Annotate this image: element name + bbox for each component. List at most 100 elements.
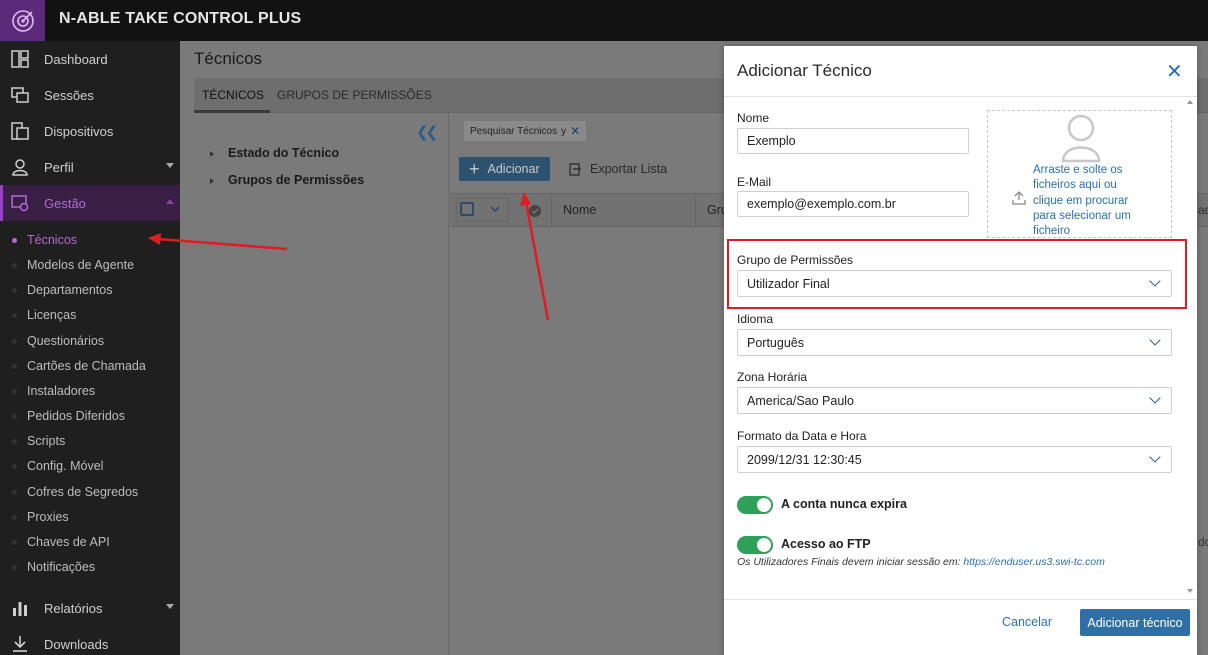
ftp-access-toggle[interactable] (737, 536, 773, 554)
datetime-format-value: 2099/12/31 12:30:45 (747, 452, 862, 467)
sidebar-sub-item[interactable]: Config. Móvel (0, 454, 180, 479)
close-icon[interactable]: ✕ (1166, 59, 1183, 84)
email-label: E-Mail (737, 175, 772, 189)
sidebar-item-devices[interactable]: Dispositivos (0, 113, 180, 149)
sidebar-item-profile[interactable]: Perfil (0, 149, 180, 185)
sidebar-item-label: Gestão (44, 195, 86, 211)
collapse-panel-icon[interactable]: ❮❮ (416, 123, 438, 141)
tree-panel: ❮❮ Estado do Técnico Grupos de Permissõe… (194, 113, 449, 655)
reports-icon (13, 602, 27, 616)
profile-icon (12, 159, 28, 176)
chevron-up-icon (166, 199, 174, 204)
sidebar-sub-item[interactable]: Chaves de API (0, 530, 180, 555)
tab-technicians[interactable]: TÉCNICOS (202, 88, 264, 102)
scroll-up-icon[interactable] (1187, 100, 1193, 104)
timezone-value: America/Sao Paulo (747, 393, 855, 408)
column-name[interactable]: Nome (563, 203, 596, 217)
dialog-header: Adicionar Técnico ✕ (724, 46, 1197, 97)
status-column-icon (529, 205, 541, 217)
user-silhouette-icon (1061, 114, 1101, 163)
sidebar-sub-item[interactable]: Modelos de Agente (0, 253, 180, 278)
filter-chip[interactable]: Pesquisar Técnicos y ✕ (464, 121, 587, 141)
sidebar-item-label: Dashboard (44, 51, 108, 67)
tree-item-technician-state[interactable]: Estado do Técnico (210, 146, 339, 160)
downloads-icon (13, 636, 27, 652)
chevron-down-icon (1149, 392, 1161, 404)
sidebar-item-label: Perfil (44, 159, 74, 175)
export-icon (569, 163, 581, 176)
page-title: Técnicos (194, 49, 263, 68)
chevron-down-icon (1149, 334, 1161, 346)
avatar-dropzone[interactable]: Arraste e solte os ficheiros aqui ou cli… (987, 110, 1172, 238)
sidebar-item-label: Downloads (44, 636, 109, 652)
filter-chip-value: y (561, 125, 567, 137)
sidebar-item-label: Sessões (44, 87, 94, 103)
app-title: N-ABLE TAKE CONTROL PLUS (59, 10, 302, 27)
sidebar-item-label: Relatórios (44, 600, 103, 616)
add-technician-dialog: Adicionar Técnico ✕ Nome Exemplo E-Mail … (724, 46, 1197, 655)
timezone-select[interactable]: America/Sao Paulo (737, 387, 1172, 414)
sidebar-sub-item[interactable]: Instaladores (0, 379, 180, 404)
never-expires-label: A conta nunca expira (781, 497, 907, 511)
language-value: Português (747, 335, 804, 350)
email-field[interactable]: exemplo@exemplo.com.br (737, 191, 969, 217)
devices-icon (11, 122, 29, 140)
sidebar-item-label: Dispositivos (44, 123, 114, 139)
ftp-note: Os Utilizadores Finais devem iniciar ses… (737, 556, 1105, 568)
sidebar-sub-item[interactable]: Questionários (0, 329, 180, 354)
permission-group-select[interactable]: Utilizador Final (737, 270, 1172, 297)
chevron-down-icon (166, 604, 174, 609)
top-bar: N-ABLE TAKE CONTROL PLUS (0, 0, 1208, 41)
ftp-link[interactable]: https://enduser.us3.swi-tc.com (963, 556, 1104, 568)
datetime-format-select[interactable]: 2099/12/31 12:30:45 (737, 446, 1172, 473)
upload-icon (1012, 191, 1026, 205)
select-all-checkbox[interactable] (460, 202, 474, 216)
sidebar-sub-item[interactable]: Técnicos (0, 228, 180, 253)
scroll-down-icon[interactable] (1187, 589, 1193, 593)
sessions-icon (11, 87, 29, 103)
chevron-down-icon (1149, 451, 1161, 463)
language-select[interactable]: Português (737, 329, 1172, 356)
name-label: Nome (737, 111, 770, 125)
dropzone-text: Arraste e solte os ficheiros aqui ou cli… (1033, 164, 1131, 238)
sidebar-sub-item[interactable]: Pedidos Diferidos (0, 404, 180, 429)
timezone-label: Zona Horária (737, 370, 808, 384)
management-icon (11, 195, 29, 212)
sidebar-sub-item[interactable]: Notificações (0, 555, 180, 580)
app-logo-icon[interactable] (0, 0, 45, 41)
grid-header-overflow-text: ado (1198, 203, 1208, 217)
chevron-down-icon (1149, 275, 1161, 287)
chevron-down-icon (166, 163, 174, 168)
add-technician-submit-button[interactable]: Adicionar técnico (1080, 609, 1190, 636)
sidebar-sub-item[interactable]: Cartões de Chamada (0, 354, 180, 379)
dialog-title: Adicionar Técnico (737, 61, 872, 80)
sidebar: Dashboard Sessões Dispositivos Perfil Ge… (0, 41, 180, 655)
grid-overflow-text: do (1198, 535, 1208, 549)
expand-icon (210, 177, 214, 184)
sidebar-item-dashboard[interactable]: Dashboard (0, 41, 180, 77)
tab-permission-groups[interactable]: GRUPOS DE PERMISSÕES (277, 88, 432, 102)
sidebar-sub-item[interactable]: Scripts (0, 429, 180, 454)
sidebar-sub-item[interactable]: Licenças (0, 303, 180, 328)
sidebar-sub-item[interactable]: Departamentos (0, 278, 180, 303)
active-indicator (0, 185, 3, 221)
expand-icon (210, 150, 214, 157)
add-technician-button[interactable]: + Adicionar (459, 157, 550, 181)
chevron-down-icon (490, 206, 500, 213)
language-label: Idioma (737, 312, 774, 326)
dialog-footer: Cancelar Adicionar técnico (724, 599, 1197, 655)
sidebar-sub-item[interactable]: Cofres de Segredos (0, 480, 180, 505)
name-field[interactable]: Exemplo (737, 128, 969, 154)
export-list-button[interactable]: Exportar Lista (568, 157, 667, 181)
never-expires-toggle[interactable] (737, 496, 773, 514)
plus-icon: + (469, 159, 480, 179)
remove-filter-icon[interactable]: ✕ (570, 124, 580, 138)
sidebar-sub-item[interactable]: Proxies (0, 505, 180, 530)
ftp-access-label: Acesso ao FTP (781, 537, 871, 551)
cancel-button[interactable]: Cancelar (1002, 615, 1052, 629)
sidebar-item-downloads[interactable]: Downloads (0, 626, 180, 655)
sidebar-item-management[interactable]: Gestão (0, 185, 180, 221)
sidebar-item-sessions[interactable]: Sessões (0, 77, 180, 113)
tree-item-permission-groups[interactable]: Grupos de Permissões (210, 173, 364, 187)
sidebar-item-reports[interactable]: Relatórios (0, 590, 180, 626)
